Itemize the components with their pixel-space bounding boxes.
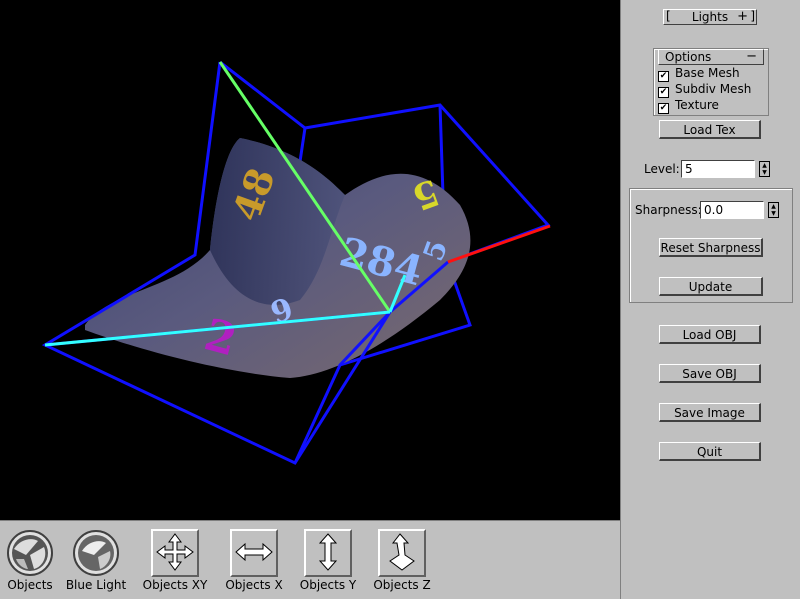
save-obj-button[interactable]: Save OBJ	[659, 364, 761, 383]
trackball-sphere-icon	[6, 529, 54, 577]
checkbox-label: Base Mesh	[675, 66, 740, 80]
sharpness-spinner[interactable]: ▲ ▼	[768, 202, 779, 218]
load-tex-button[interactable]: Load Tex	[659, 120, 761, 139]
tool-label: Objects Z	[373, 578, 431, 592]
spin-down-icon: ▼	[762, 169, 767, 176]
base-mesh-checkbox[interactable]: ✔ Base Mesh	[658, 66, 740, 82]
spin-up-icon: ▲	[762, 162, 767, 169]
checkmark-icon: ✔	[658, 87, 669, 98]
sharpness-label: Sharpness:	[635, 203, 702, 217]
subdiv-mesh-checkbox[interactable]: ✔ Subdiv Mesh	[658, 82, 751, 98]
save-image-button[interactable]: Save Image	[659, 403, 761, 422]
lights-rollout[interactable]: [ Lights + ]	[663, 9, 757, 25]
level-spinner[interactable]: ▲ ▼	[759, 161, 770, 177]
spin-down-icon: ▼	[771, 210, 776, 217]
texture-checkbox[interactable]: ✔ Texture	[658, 98, 719, 114]
move-x-icon	[230, 529, 278, 577]
checkmark-icon: ✔	[658, 71, 669, 82]
move-y-icon	[304, 529, 352, 577]
3d-viewport[interactable]: 48 5 284 5 2 9	[0, 0, 620, 520]
bottom-toolbar: Objects Blue Light Objects XY Objects X	[0, 520, 620, 599]
reset-sharpness-button[interactable]: Reset Sharpness	[659, 238, 763, 257]
expand-plus-icon: +	[737, 9, 748, 24]
sharpness-panel: Sharpness: 0.0 ▲ ▼ Reset Sharpness Update	[629, 188, 793, 303]
level-input[interactable]: 5	[681, 160, 755, 178]
spin-up-icon: ▲	[771, 203, 776, 210]
options-rollout[interactable]: Options −	[658, 49, 764, 65]
tool-label: Objects X	[225, 578, 283, 592]
objects-y-translate[interactable]: Objects Y	[296, 529, 360, 592]
tool-label: Objects XY	[142, 578, 208, 592]
checkbox-label: Subdiv Mesh	[675, 82, 752, 96]
collapse-minus-icon: −	[746, 49, 757, 64]
sharpness-input[interactable]: 0.0	[700, 201, 764, 219]
tool-label: Blue Light	[65, 578, 127, 592]
options-panel: Options − ✔ Base Mesh ✔ Subdiv Mesh ✔ Textu…	[653, 48, 769, 116]
objects-z-translate[interactable]: Objects Z	[370, 529, 434, 592]
blue-light-trackball[interactable]: Blue Light	[64, 529, 128, 592]
objects-xy-translate[interactable]: Objects XY	[140, 529, 210, 592]
tool-label: Objects Y	[299, 578, 357, 592]
light-sphere-icon	[72, 529, 120, 577]
objects-x-translate[interactable]: Objects X	[222, 529, 286, 592]
load-obj-button[interactable]: Load OBJ	[659, 325, 761, 344]
update-button[interactable]: Update	[659, 277, 763, 296]
move-z-icon	[378, 529, 426, 577]
checkbox-label: Texture	[675, 98, 719, 112]
subdivision-scene: 48 5 284 5 2 9	[41, 60, 551, 465]
move-xy-icon	[151, 529, 199, 577]
control-panel: [ Lights + ] Options − ✔ Base Mesh ✔ Subdi…	[620, 0, 800, 599]
level-label: Level:	[644, 162, 680, 176]
objects-trackball[interactable]: Objects	[4, 529, 56, 592]
rollout-handle-icon: ]	[750, 9, 755, 23]
tool-label: Objects	[7, 578, 53, 592]
quit-button[interactable]: Quit	[659, 442, 761, 461]
checkmark-icon: ✔	[658, 103, 669, 114]
